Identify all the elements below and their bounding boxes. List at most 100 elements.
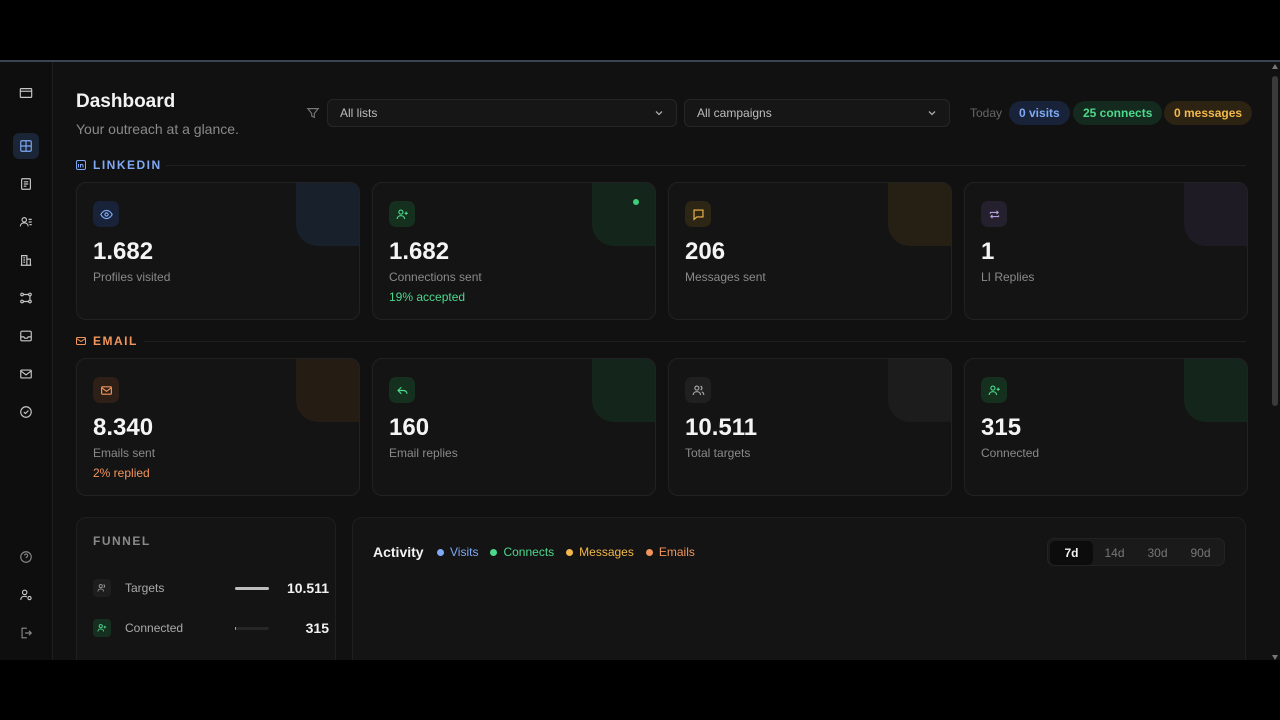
app-window: Dashboard Your outreach at a glance. All… [0, 60, 1280, 660]
chevron-down-icon [928, 111, 936, 116]
card-label: Connected [981, 446, 1040, 460]
users-icon [93, 579, 111, 597]
lists-select-value: All lists [340, 106, 378, 120]
funnel-bar-fill [235, 626, 237, 630]
card-messages-sent: 206 Messages sent [668, 182, 952, 320]
legend-dot [566, 548, 574, 556]
sidebar-item-companies[interactable] [13, 247, 39, 273]
sidebar-item-inbox[interactable] [13, 323, 39, 349]
chevron-down-icon [655, 111, 663, 116]
activity-legend: Visits Connects Messages Emails [437, 545, 695, 559]
account-settings-icon[interactable] [13, 582, 39, 608]
card-total-targets: 10.511 Total targets [668, 358, 952, 496]
scroll-down-arrow[interactable] [1272, 655, 1278, 660]
legend-label: Visits [450, 545, 479, 559]
card-email-replies: 160 Email replies [372, 358, 656, 496]
section-divider [144, 341, 1246, 342]
card-decoration [1184, 359, 1247, 422]
funnel-bar [235, 586, 269, 590]
funnel-row: Targets 10.511 [93, 578, 329, 598]
card-decoration [592, 359, 655, 422]
scrollbar-thumb[interactable] [1272, 76, 1278, 406]
legend-label: Messages [579, 545, 634, 559]
page-subtitle: Your outreach at a glance. [76, 121, 239, 137]
funnel-value: 10.511 [286, 580, 329, 596]
live-dot [633, 199, 639, 205]
sidebar-item-dashboard[interactable] [13, 133, 39, 159]
funnel-panel: FUNNEL Targets 10.511 Connected 315 [76, 517, 336, 660]
card-value: 1.682 [389, 238, 450, 265]
legend-item-emails[interactable]: Emails [645, 545, 695, 559]
card-decoration [592, 183, 655, 246]
funnel-row: Connected 315 [93, 618, 329, 638]
card-li-replies: 1 LI Replies [964, 182, 1248, 320]
activity-panel: Activity Visits Connects Messages Emails… [352, 517, 1246, 660]
range-14d-button[interactable]: 14d [1093, 541, 1136, 565]
card-emails-sent: 8.340 Emails sent 2% replied [76, 358, 360, 496]
funnel-bar-fill [235, 586, 269, 590]
range-90d-button[interactable]: 90d [1179, 541, 1222, 565]
linkedin-section-label: LINKEDIN [76, 158, 162, 172]
scrollbar[interactable] [1270, 62, 1280, 660]
linkedin-icon [76, 160, 86, 170]
legend-label: Emails [658, 545, 695, 559]
logout-icon[interactable] [13, 620, 39, 646]
card-connected: 315 Connected [964, 358, 1248, 496]
legend-dot [490, 548, 498, 556]
sidebar-item-lists[interactable] [13, 171, 39, 197]
lists-select[interactable]: All lists [327, 99, 677, 127]
activity-title: Activity [373, 544, 424, 560]
range-30d-button[interactable]: 30d [1136, 541, 1179, 565]
sidebar-item-contacts[interactable] [13, 209, 39, 235]
help-icon[interactable] [13, 544, 39, 570]
sidebar [0, 62, 53, 660]
card-label: Emails sent [93, 446, 156, 460]
message-icon [685, 201, 711, 227]
page-title: Dashboard [76, 91, 176, 112]
card-value: 160 [389, 414, 430, 441]
today-label: Today [970, 106, 1003, 120]
card-label: LI Replies [981, 270, 1035, 284]
campaigns-select-value: All campaigns [697, 106, 772, 120]
funnel-value: 315 [305, 620, 329, 636]
user-plus-icon [93, 619, 111, 637]
repeat-icon [981, 201, 1007, 227]
card-profiles-visited: 1.682 Profiles visited [76, 182, 360, 320]
card-subtext: 19% accepted [389, 290, 466, 304]
email-section-label: EMAIL [76, 334, 138, 348]
card-label: Messages sent [685, 270, 766, 284]
card-decoration [888, 359, 951, 422]
card-value: 206 [685, 238, 726, 265]
campaigns-select[interactable]: All campaigns [684, 99, 950, 127]
range-7d-button[interactable]: 7d [1050, 541, 1093, 565]
section-divider [166, 165, 1246, 166]
legend-item-messages[interactable]: Messages [566, 545, 634, 559]
visits-pill: 0 visits [1009, 101, 1070, 125]
range-selector: 7d 14d 30d 90d [1047, 538, 1225, 566]
user-plus-icon [389, 201, 415, 227]
card-label: Profiles visited [93, 270, 171, 284]
logo-icon[interactable] [13, 80, 39, 106]
sidebar-item-workflows[interactable] [13, 285, 39, 311]
reply-icon [389, 377, 415, 403]
card-value: 315 [981, 414, 1022, 441]
card-decoration [1184, 183, 1247, 246]
filter-icon [306, 108, 320, 119]
card-label: Email replies [389, 446, 458, 460]
card-decoration [296, 359, 359, 422]
legend-label: Connects [503, 545, 555, 559]
card-decoration [296, 183, 359, 246]
user-plus-icon [981, 377, 1007, 403]
legend-item-visits[interactable]: Visits [437, 545, 478, 559]
card-label: Total targets [685, 446, 751, 460]
users-icon [685, 377, 711, 403]
main-content: Dashboard Your outreach at a glance. All… [54, 62, 1270, 660]
legend-dot [645, 548, 653, 556]
sidebar-item-tasks[interactable] [13, 399, 39, 425]
sidebar-item-email[interactable] [13, 361, 39, 387]
scroll-up-arrow[interactable] [1272, 64, 1278, 69]
card-label: Connections sent [389, 270, 482, 284]
eye-icon [93, 201, 119, 227]
card-value: 1.682 [93, 238, 154, 265]
legend-item-connects[interactable]: Connects [490, 545, 554, 559]
